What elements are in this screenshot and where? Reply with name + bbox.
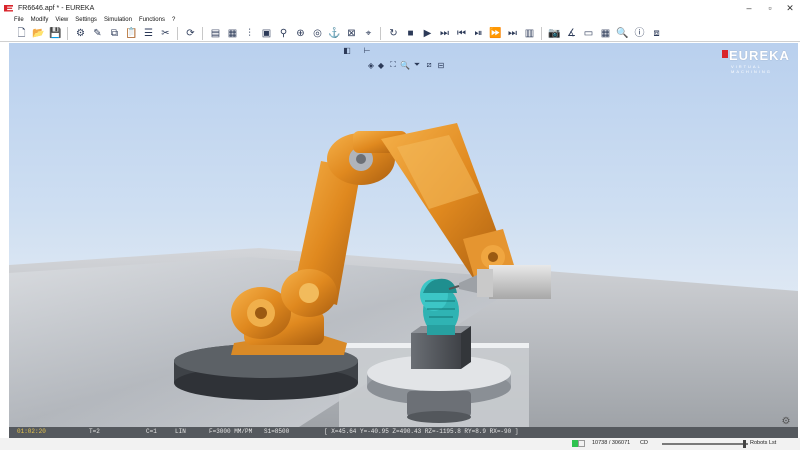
menu-help[interactable]: ? bbox=[172, 17, 175, 23]
layers-icon[interactable]: ⊟ bbox=[436, 60, 446, 70]
logo-subtext: VIRTUAL MACHINING bbox=[731, 64, 772, 74]
cd-label: CD bbox=[640, 440, 648, 446]
menu-modify[interactable]: Modify bbox=[31, 17, 49, 23]
menu-view[interactable]: View bbox=[55, 17, 68, 23]
step-back-icon[interactable]: ⏮ bbox=[454, 26, 469, 41]
menu-functions[interactable]: Functions bbox=[139, 17, 165, 23]
speed-slider-thumb[interactable] bbox=[742, 440, 746, 448]
axes-icon[interactable]: ⊢ bbox=[362, 45, 372, 55]
camera-icon[interactable]: 📷 bbox=[547, 26, 562, 41]
main-toolbar: 🗋 📂 💾 ⚙ ✎ ⧉ 📋 ☰ ✂ ⟳ ▤ ▦ ⫶ ▣ ⚲ ⊕ ◎ ⚓ ⊠ ⌖ ↻ ■ ▶ ⏭ ⏮ ⏯ ⏩ ⏭ ▥ 📷 ∡ ▭ ▦ 🔍 ⓘ ⧈ bbox=[0, 25, 800, 42]
status-motion: LIN bbox=[175, 428, 186, 435]
view-settings-gear-icon[interactable]: ⚙ bbox=[780, 415, 792, 427]
speed-slider-track[interactable] bbox=[662, 443, 748, 445]
fixture-cube bbox=[411, 333, 461, 369]
info-icon[interactable]: ⓘ bbox=[632, 26, 647, 41]
status-correction: C=1 bbox=[146, 428, 157, 435]
angle-icon[interactable]: ∡ bbox=[564, 26, 579, 41]
frame-icon[interactable]: ▭ bbox=[581, 26, 596, 41]
logo-text: EUREKA bbox=[729, 48, 790, 63]
anchor-icon[interactable]: ⚓ bbox=[327, 26, 342, 41]
status-time: 01:02:20 bbox=[17, 428, 46, 435]
toolbar-separator bbox=[67, 27, 68, 40]
table-icon[interactable]: ▦ bbox=[225, 26, 240, 41]
zoom-icon[interactable]: 🔍 bbox=[615, 26, 630, 41]
title-bar: FR6646.apf * - EUREKA bbox=[0, 0, 800, 16]
bottom-bar: 10738 / 306071 CD Robots Lst bbox=[0, 438, 800, 450]
robot-tool-icon[interactable]: ⚙ bbox=[73, 26, 88, 41]
play-icon[interactable]: ▶ bbox=[420, 26, 435, 41]
report-icon[interactable]: ▤ bbox=[208, 26, 223, 41]
export-icon[interactable]: ▥ bbox=[522, 26, 537, 41]
measure-icon[interactable]: ⌖ bbox=[361, 26, 376, 41]
robots-list-dropdown[interactable]: Robots Lst bbox=[750, 440, 776, 446]
stop-icon[interactable]: ■ bbox=[403, 26, 418, 41]
scene bbox=[9, 123, 798, 427]
status-coordinates: [ X=45.64 Y=-40.95 Z=490.43 RZ=-1195.8 R… bbox=[324, 428, 519, 435]
target-icon[interactable]: ⊕ bbox=[293, 26, 308, 41]
status-tool: T=2 bbox=[89, 428, 100, 435]
step-block-icon[interactable]: ⏯ bbox=[471, 26, 486, 41]
fast-forward-icon[interactable]: ⏩ bbox=[488, 26, 503, 41]
open-folder-icon[interactable]: 📂 bbox=[31, 26, 46, 41]
fit-view-icon[interactable]: ⛶ bbox=[388, 60, 398, 70]
3d-viewport[interactable]: ◧ ⊢ ◈ ◆ ⛶ 🔍 ⏷ ⧄ ⊟ EUREKA VIRTUAL MACHINING ⚙ bbox=[9, 43, 798, 427]
iso-view-icon[interactable]: ◈ bbox=[366, 60, 376, 70]
chart-icon[interactable]: ⫶ bbox=[242, 26, 257, 41]
copy-icon[interactable]: ⧉ bbox=[107, 26, 122, 41]
window-title: FR6646.apf * - EUREKA bbox=[18, 4, 95, 12]
toolbar-separator bbox=[380, 27, 381, 40]
toolbar-separator bbox=[541, 27, 542, 40]
save-icon[interactable]: 💾 bbox=[48, 26, 63, 41]
refresh-icon[interactable]: ⟳ bbox=[183, 26, 198, 41]
status-spindle: S1=8500 bbox=[264, 428, 290, 435]
document-icon[interactable]: ▣ bbox=[259, 26, 274, 41]
menu-simulation[interactable]: Simulation bbox=[104, 17, 132, 23]
progress-frame bbox=[578, 440, 585, 447]
skip-icon[interactable]: ⏭ bbox=[505, 26, 520, 41]
rotate-icon[interactable]: ◎ bbox=[310, 26, 325, 41]
logo-mark-icon bbox=[722, 50, 728, 58]
simulation-status-bar: 01:02:20 T=2 C=1 LIN F=3000 MM/PM S1=850… bbox=[9, 427, 798, 438]
step-icon[interactable]: ⏭ bbox=[437, 26, 452, 41]
view-cube-icon[interactable]: ◧ bbox=[342, 45, 352, 55]
new-file-icon[interactable]: 🗋 bbox=[14, 26, 29, 41]
toolbar-separator bbox=[202, 27, 203, 40]
reset-icon[interactable]: ↻ bbox=[386, 26, 401, 41]
list-icon[interactable]: ☰ bbox=[141, 26, 156, 41]
collision-icon[interactable]: ⊠ bbox=[344, 26, 359, 41]
menu-file[interactable]: File bbox=[14, 17, 24, 23]
toolbar-separator bbox=[177, 27, 178, 40]
shade-view-icon[interactable]: ◆ bbox=[376, 60, 386, 70]
eureka-app-icon bbox=[4, 4, 13, 13]
zoom-view-icon[interactable]: 🔍 bbox=[400, 60, 410, 70]
pin-icon[interactable]: ⚲ bbox=[276, 26, 291, 41]
block-counter: 10738 / 306071 bbox=[592, 440, 631, 446]
pencil-icon[interactable]: ✎ bbox=[90, 26, 105, 41]
view-cube-icon[interactable]: ⧈ bbox=[649, 26, 664, 41]
clipboard-icon[interactable]: 📋 bbox=[124, 26, 139, 41]
status-feed: F=3000 MM/PM bbox=[209, 428, 253, 435]
eureka-logo: EUREKA VIRTUAL MACHINING bbox=[722, 47, 794, 74]
grid-icon[interactable]: ▦ bbox=[598, 26, 613, 41]
close-button[interactable]: ✕ bbox=[777, 0, 800, 16]
menu-bar: File Modify View Settings Simulation Fun… bbox=[0, 15, 800, 25]
menu-settings[interactable]: Settings bbox=[75, 17, 97, 23]
filter-icon[interactable]: ⏷ bbox=[412, 60, 422, 70]
section-icon[interactable]: ⧄ bbox=[424, 60, 434, 70]
tools-icon[interactable]: ✂ bbox=[158, 26, 173, 41]
